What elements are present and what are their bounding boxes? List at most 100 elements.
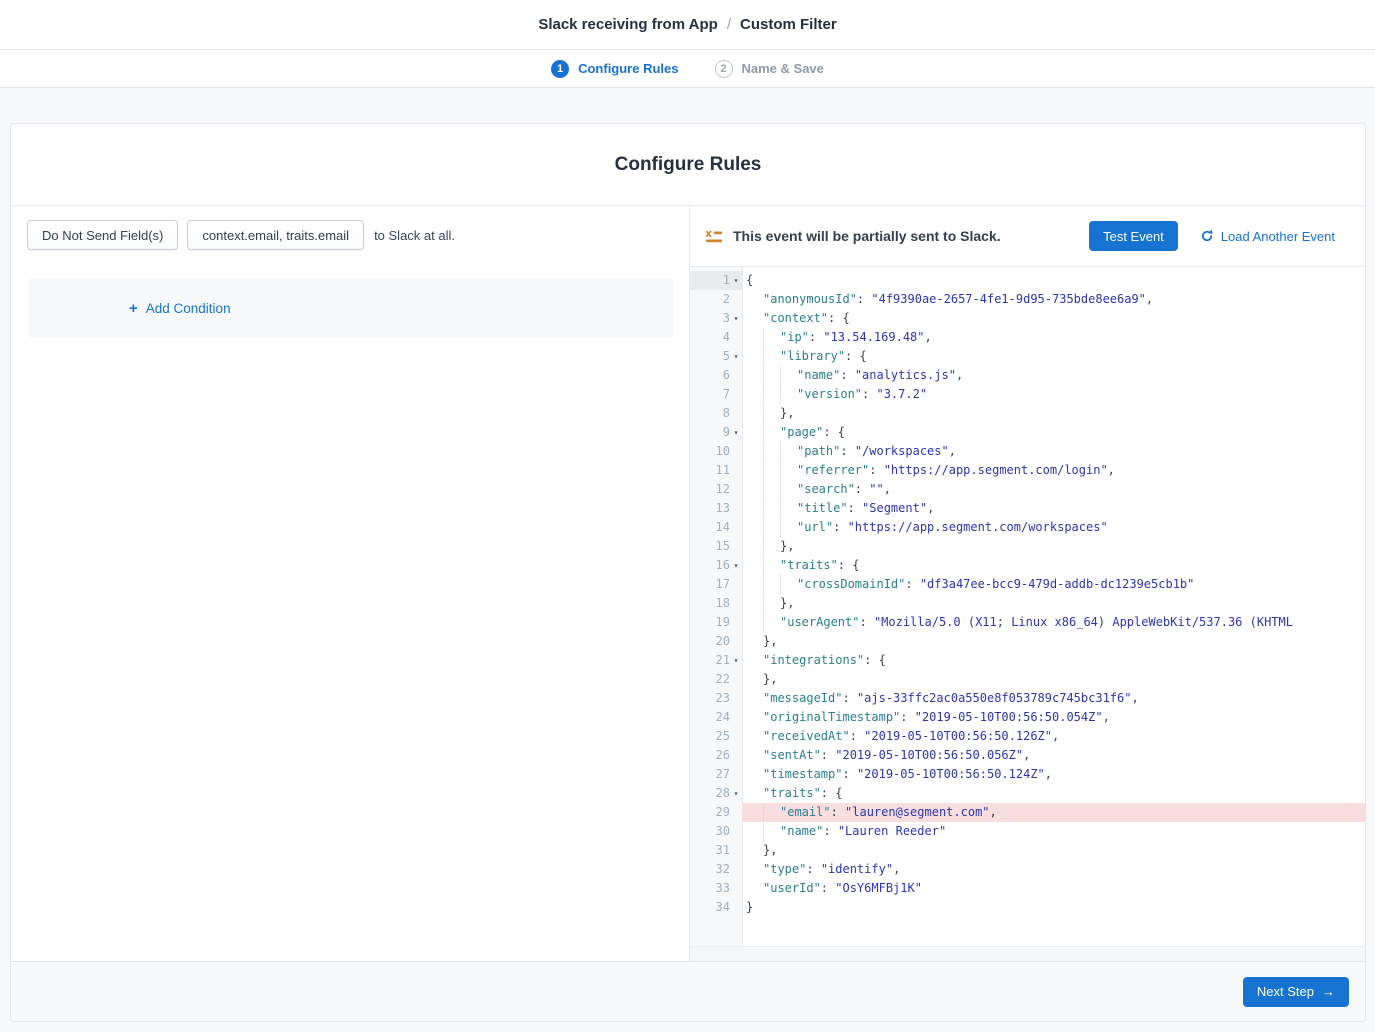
code-line[interactable]: 33"userId": "OsY6MFBj1K" (690, 879, 1365, 898)
code-line[interactable]: 3▾"context": { (690, 309, 1365, 328)
code-line[interactable]: 2"anonymousId": "4f9390ae-2657-4fe1-9d95… (690, 290, 1365, 309)
line-number: 22 (690, 670, 742, 689)
json-editor-lines: 1▾{2"anonymousId": "4f9390ae-2657-4fe1-9… (690, 267, 1365, 917)
indent-guide (763, 404, 764, 423)
filter-type-selector[interactable]: Do Not Send Field(s) (27, 220, 178, 250)
line-number: 17 (690, 575, 742, 594)
test-event-button[interactable]: Test Event (1089, 221, 1178, 251)
step-name-and-save[interactable]: 2 Name & Save (715, 60, 824, 78)
refresh-icon (1200, 229, 1214, 243)
line-number: 32 (690, 860, 742, 879)
line-number: 23 (690, 689, 742, 708)
line-number: 30 (690, 822, 742, 841)
code-line[interactable]: 10"path": "/workspaces", (690, 442, 1365, 461)
code-line[interactable]: 25"receivedAt": "2019-05-10T00:56:50.126… (690, 727, 1365, 746)
code-line[interactable]: 15}, (690, 537, 1365, 556)
plus-icon: + (129, 301, 138, 316)
steps-bar: 1 Configure Rules 2 Name & Save (0, 50, 1375, 88)
indent-guide (780, 499, 781, 518)
code-line[interactable]: 9▾"page": { (690, 423, 1365, 442)
top-bar: Slack receiving from App / Custom Filter (0, 0, 1375, 50)
code-line[interactable]: 18}, (690, 594, 1365, 613)
code-line[interactable]: 6"name": "analytics.js", (690, 366, 1365, 385)
fold-toggle-icon[interactable]: ▾ (730, 347, 742, 366)
code-line[interactable]: 12"search": "", (690, 480, 1365, 499)
fold-toggle-icon[interactable]: ▾ (730, 784, 742, 803)
partial-filter-icon: x (706, 229, 723, 243)
line-number: 28▾ (690, 784, 742, 803)
code-line[interactable]: 17"crossDomainId": "df3a47ee-bcc9-479d-a… (690, 575, 1365, 594)
indent-guide (780, 442, 781, 461)
code-line[interactable]: 27"timestamp": "2019-05-10T00:56:50.124Z… (690, 765, 1365, 784)
code-line[interactable]: 8}, (690, 404, 1365, 423)
line-number: 27 (690, 765, 742, 784)
line-number: 10 (690, 442, 742, 461)
line-number: 11 (690, 461, 742, 480)
load-another-event-link[interactable]: Load Another Event (1200, 229, 1335, 244)
indent-guide (780, 366, 781, 385)
preview-header: x This event will be partially sent to S… (690, 206, 1365, 266)
card-footer: Next Step → (11, 961, 1365, 1021)
next-step-button[interactable]: Next Step → (1243, 977, 1349, 1007)
code-line[interactable]: 23"messageId": "ajs-33ffc2ac0a550e8f0537… (690, 689, 1365, 708)
code-line[interactable]: 16▾"traits": { (690, 556, 1365, 575)
fold-toggle-icon[interactable]: ▾ (730, 271, 742, 290)
code-line[interactable]: 32"type": "identify", (690, 860, 1365, 879)
line-number: 14 (690, 518, 742, 537)
filter-fields-value[interactable]: context.email, traits.email (187, 220, 364, 250)
add-condition-box: + Add Condition (29, 278, 673, 338)
filter-rules-panel: Do Not Send Field(s) context.email, trai… (11, 206, 690, 961)
line-number: 20 (690, 632, 742, 651)
indent-guide (763, 518, 764, 537)
code-line[interactable]: 24"originalTimestamp": "2019-05-10T00:56… (690, 708, 1365, 727)
fold-toggle-icon[interactable]: ▾ (730, 651, 742, 670)
code-line[interactable]: 21▾"integrations": { (690, 651, 1365, 670)
indent-guide (763, 556, 764, 575)
json-editor[interactable]: 1▾{2"anonymousId": "4f9390ae-2657-4fe1-9… (690, 266, 1365, 946)
code-line[interactable]: 13"title": "Segment", (690, 499, 1365, 518)
fold-toggle-icon[interactable]: ▾ (730, 309, 742, 328)
horizontal-scrollbar[interactable] (690, 946, 1365, 961)
code-line[interactable]: 22}, (690, 670, 1365, 689)
code-line[interactable]: 20}, (690, 632, 1365, 651)
arrow-right-icon: → (1322, 984, 1335, 999)
code-line[interactable]: 28▾"traits": { (690, 784, 1365, 803)
code-line[interactable]: 7"version": "3.7.2" (690, 385, 1365, 404)
indent-guide (763, 499, 764, 518)
indent-guide (763, 822, 764, 841)
indent-guide (780, 575, 781, 594)
line-number: 33 (690, 879, 742, 898)
code-line[interactable]: 26"sentAt": "2019-05-10T00:56:50.056Z", (690, 746, 1365, 765)
line-number: 9▾ (690, 423, 742, 442)
line-number: 2 (690, 290, 742, 309)
step-configure-rules[interactable]: 1 Configure Rules (551, 60, 678, 78)
code-line[interactable]: 11"referrer": "https://app.segment.com/l… (690, 461, 1365, 480)
line-number: 3▾ (690, 309, 742, 328)
line-number: 21▾ (690, 651, 742, 670)
card-body: Do Not Send Field(s) context.email, trai… (11, 206, 1365, 961)
code-line[interactable]: 1▾{ (690, 271, 1365, 290)
page-title: Configure Rules (615, 154, 762, 176)
code-line[interactable]: 34} (690, 898, 1365, 917)
indent-guide (763, 442, 764, 461)
fold-toggle-icon[interactable]: ▾ (730, 556, 742, 575)
code-line[interactable]: 4"ip": "13.54.169.48", (690, 328, 1365, 347)
add-condition-button[interactable]: + Add Condition (129, 301, 231, 316)
code-line-highlighted[interactable]: 29"email": "lauren@segment.com", (690, 803, 1365, 822)
breadcrumb-separator: / (727, 16, 731, 33)
step2-circle: 2 (715, 60, 733, 78)
line-number: 1▾ (690, 271, 742, 290)
fold-toggle-icon[interactable]: ▾ (730, 423, 742, 442)
code-line[interactable]: 19"userAgent": "Mozilla/5.0 (X11; Linux … (690, 613, 1365, 632)
line-number: 16▾ (690, 556, 742, 575)
line-number: 24 (690, 708, 742, 727)
load-another-event-label: Load Another Event (1221, 229, 1335, 244)
code-line[interactable]: 5▾"library": { (690, 347, 1365, 366)
indent-guide (763, 423, 764, 442)
code-line[interactable]: 30"name": "Lauren Reeder" (690, 822, 1365, 841)
code-line[interactable]: 31}, (690, 841, 1365, 860)
code-line[interactable]: 14"url": "https://app.segment.com/worksp… (690, 518, 1365, 537)
breadcrumb-primary: Slack receiving from App (538, 16, 718, 33)
step1-label: Configure Rules (578, 61, 678, 76)
step1-circle: 1 (551, 60, 569, 78)
